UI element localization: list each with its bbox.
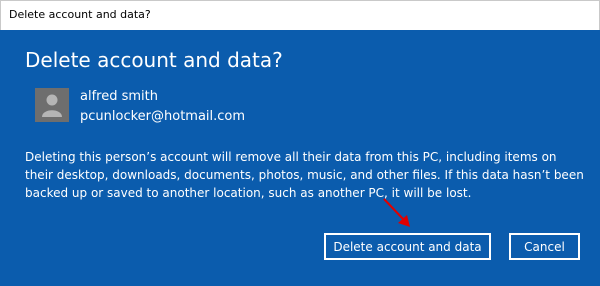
annotation-arrow-icon bbox=[383, 198, 410, 227]
window-title: Delete account and data? bbox=[9, 8, 151, 21]
window-titlebar: Delete account and data? bbox=[0, 0, 600, 30]
delete-account-button[interactable]: Delete account and data bbox=[324, 233, 491, 260]
avatar bbox=[35, 88, 69, 122]
warning-message: Deleting this person’s account will remo… bbox=[25, 150, 584, 200]
user-email: pcunlocker@hotmail.com bbox=[80, 109, 246, 124]
user-name: alfred smith bbox=[80, 89, 158, 104]
dialog-heading: Delete account and data? bbox=[25, 48, 283, 72]
delete-account-dialog: Delete account and data? alfred smith pc… bbox=[0, 30, 600, 286]
cancel-button[interactable]: Cancel bbox=[509, 233, 580, 260]
user-silhouette-icon bbox=[42, 94, 62, 117]
